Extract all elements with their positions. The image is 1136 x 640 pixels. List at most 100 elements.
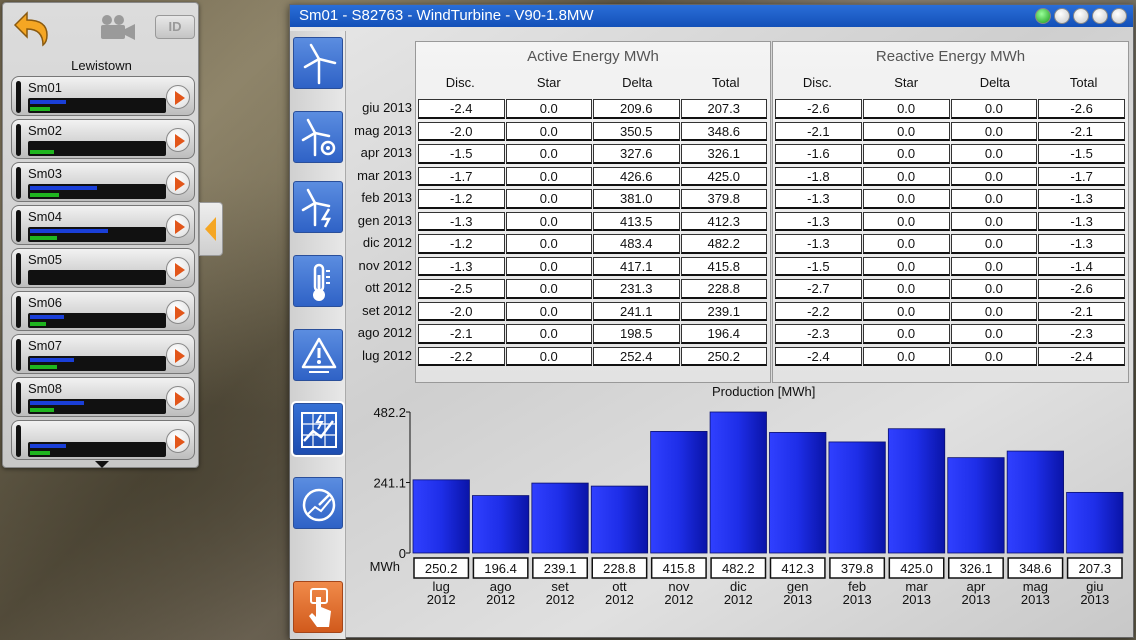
month-labels: giu 2013 mag 2013 apr 2013 mar 2013 feb 2013… — [346, 97, 414, 367]
turbine-item[interactable]: Sm03 — [11, 162, 195, 202]
energy-report-button[interactable] — [291, 401, 345, 457]
turbine-settings-button[interactable] — [293, 111, 343, 163]
column-header: Star — [536, 75, 561, 90]
table-cell: 0.0 — [862, 189, 950, 209]
turbine-item[interactable]: Sm01 — [11, 76, 195, 116]
table-cell: -1.5 — [775, 256, 862, 276]
turbine-item[interactable]: Sm07 — [11, 334, 195, 374]
table-cell: 241.1 — [593, 301, 680, 321]
y-tick-label: 482.2 — [373, 405, 406, 420]
play-icon[interactable] — [166, 214, 190, 238]
month-label: ago 2012 — [357, 325, 412, 340]
unit-label: MWh — [370, 559, 400, 574]
month-label: set 2012 — [362, 302, 412, 318]
column-header: Delta — [622, 75, 653, 90]
window-titlebar[interactable]: Sm01 - S82763 - WindTurbine - V90-1.8MW — [290, 5, 1133, 27]
table-row: -2.4 0.0 0.0 -2.4 — [775, 346, 1126, 369]
table-row: -2.1 0.0 0.0 -2.1 — [775, 121, 1126, 144]
window-control-button[interactable] — [1054, 8, 1070, 24]
table-cell: -2.1 — [418, 324, 505, 344]
play-icon[interactable] — [166, 128, 190, 152]
play-icon[interactable] — [166, 85, 190, 109]
wind-bar — [30, 236, 57, 240]
turbine-power-bars — [28, 227, 166, 242]
table-cell: 0.0 — [950, 166, 1038, 186]
turbine-item[interactable]: Sm05 — [11, 248, 195, 288]
energy-chart-icon — [301, 412, 337, 448]
table-cell: -2.0 — [418, 301, 505, 321]
table-cell: 0.0 — [505, 256, 592, 276]
y-tick-label: 241.1 — [373, 476, 406, 491]
scroll-down-icon[interactable] — [95, 461, 109, 468]
column-header: Delta — [979, 75, 1011, 90]
performance-button[interactable] — [293, 477, 343, 529]
x-tick-label: 2013 — [1080, 592, 1109, 607]
table-cell: 0.0 — [950, 256, 1038, 276]
turbine-electrical-button[interactable] — [293, 181, 343, 233]
table-cell: 0.0 — [950, 234, 1038, 254]
value-label: 412.3 — [781, 561, 814, 576]
play-icon[interactable] — [166, 257, 190, 281]
value-label: 239.1 — [544, 561, 577, 576]
window-control-button[interactable] — [1111, 8, 1127, 24]
play-icon[interactable] — [166, 171, 190, 195]
bar — [887, 428, 946, 554]
table-row: -1.8 0.0 0.0 -1.7 — [775, 166, 1126, 189]
window-control-button[interactable] — [1073, 8, 1089, 24]
table-cell: -2.2 — [418, 346, 505, 366]
table-row: -1.3 0.0 417.1 415.8 — [418, 256, 768, 279]
turbine-item[interactable]: Sm02 — [11, 119, 195, 159]
x-tick-label: 2012 — [546, 592, 575, 607]
table-cell: 417.1 — [593, 256, 680, 276]
turbine-overview-button[interactable] — [293, 37, 343, 89]
table-cell: -2.2 — [775, 301, 862, 321]
table-cell: 0.0 — [505, 324, 592, 344]
table-cell: -2.3 — [1038, 324, 1125, 344]
collapse-panel-button[interactable] — [199, 202, 223, 256]
table-cell: 379.8 — [680, 189, 767, 209]
bar — [828, 441, 886, 554]
table-row: -1.6 0.0 0.0 -1.5 — [775, 143, 1126, 166]
power-bar — [30, 100, 67, 104]
id-button[interactable]: ID — [155, 15, 195, 39]
table-cell: -1.6 — [775, 144, 862, 164]
turbine-name: Sm08 — [28, 381, 62, 396]
month-label: nov 2012 — [358, 257, 413, 273]
table-cell: 415.8 — [680, 256, 767, 276]
turbine-name: Sm07 — [28, 338, 62, 353]
value-label: 425.0 — [900, 561, 933, 576]
wind-bar — [30, 365, 57, 369]
table-cell: -2.5 — [418, 279, 505, 299]
turbine-power-bars — [28, 356, 166, 371]
turbine-power-bars — [28, 313, 166, 328]
temperature-button[interactable] — [293, 255, 343, 307]
manual-control-button[interactable] — [293, 581, 343, 633]
play-icon[interactable] — [166, 343, 190, 367]
turbine-item[interactable]: Sm08 — [11, 377, 195, 417]
back-button[interactable] — [9, 9, 53, 47]
camera-button[interactable] — [95, 13, 139, 41]
table-cell: 231.3 — [593, 279, 680, 299]
window-title: Sm01 - S82763 - WindTurbine - V90-1.8MW — [299, 7, 594, 24]
alarms-button[interactable] — [293, 329, 343, 381]
table-row: -2.1 0.0 198.5 196.4 — [418, 323, 768, 346]
table-cell: -2.1 — [1038, 121, 1125, 141]
play-icon[interactable] — [166, 300, 190, 324]
active-energy-table: Active Energy MWh Disc. Star Delta Total -2… — [415, 41, 771, 383]
turbine-item[interactable] — [11, 420, 195, 460]
turbine-item[interactable]: Sm06 — [11, 291, 195, 331]
table-cell: 0.0 — [862, 99, 950, 119]
table-cell: -1.5 — [1038, 144, 1125, 164]
turbine-item[interactable]: Sm04 — [11, 205, 195, 245]
table-row: -2.4 0.0 209.6 207.3 — [418, 98, 768, 121]
play-icon[interactable] — [166, 386, 190, 410]
window-control-button[interactable] — [1092, 8, 1108, 24]
turbine-name: Sm05 — [28, 252, 62, 267]
power-bar — [30, 315, 64, 319]
turbine-status-indicator — [16, 124, 21, 156]
table-cell: -1.3 — [418, 256, 505, 276]
table-cell: 0.0 — [862, 144, 950, 164]
wind-bar — [30, 408, 55, 412]
table-cell: -2.4 — [418, 99, 505, 119]
play-icon[interactable] — [166, 429, 190, 453]
